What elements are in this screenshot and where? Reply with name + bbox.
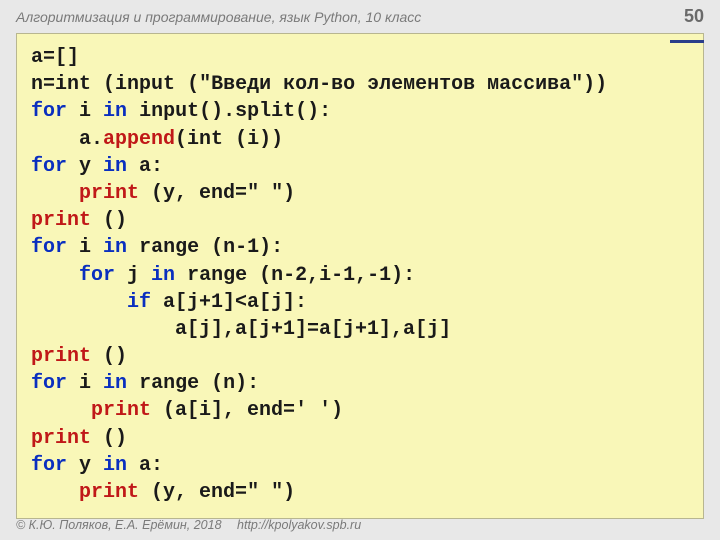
code-line: print (): [31, 209, 127, 232]
code-line: n=int (input ("Введи кол-во элементов ма…: [31, 73, 607, 96]
code-line: a[j],a[j+1]=a[j+1],a[j]: [31, 318, 451, 341]
slide-footer: © К.Ю. Поляков, Е.А. Ерёмин, 2018 http:/…: [16, 518, 361, 532]
code-line: for i in input().split():: [31, 100, 331, 123]
page-number: 50: [684, 6, 704, 27]
footer-copyright: © К.Ю. Поляков, Е.А. Ерёмин, 2018: [16, 518, 222, 532]
footer-url: http://kpolyakov.spb.ru: [237, 518, 361, 532]
code-line: print (y, end=" "): [31, 182, 295, 205]
code-line: for i in range (n):: [31, 372, 259, 395]
accent-line: [670, 40, 704, 43]
course-title: Алгоритмизация и программирование, язык …: [16, 9, 421, 25]
code-line: for y in a:: [31, 155, 163, 178]
slide-header: Алгоритмизация и программирование, язык …: [0, 0, 720, 31]
code-line: if a[j+1]<a[j]:: [31, 291, 307, 314]
code-line: a=[]: [31, 46, 79, 69]
code-line: print (a[i], end=' '): [31, 399, 343, 422]
code-line: print (): [31, 427, 127, 450]
code-line: for i in range (n-1):: [31, 236, 283, 259]
code-line: for j in range (n-2,i-1,-1):: [31, 264, 415, 287]
code-line: print (): [31, 345, 127, 368]
code-line: print (y, end=" "): [31, 481, 295, 504]
code-block: a=[] n=int (input ("Введи кол-во элемент…: [16, 33, 704, 519]
code-line: a.append(int (i)): [31, 128, 283, 151]
code-line: for y in a:: [31, 454, 163, 477]
